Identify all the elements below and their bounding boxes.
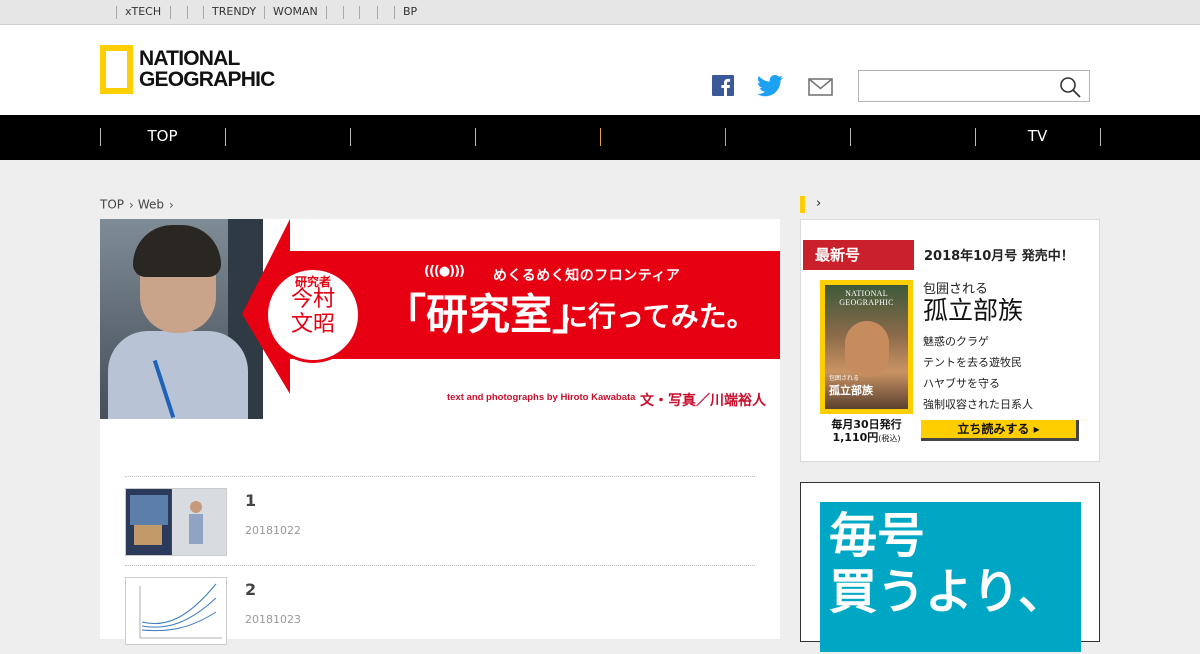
nav-item-tv[interactable]: TV (975, 115, 1100, 160)
breadcrumb: TOP › Web › (100, 197, 178, 212)
magazine-price: 毎月30日発行 1,110円(税込) (831, 418, 902, 444)
article-number[interactable]: 1 (245, 491, 256, 510)
utility-link-xtech[interactable]: xTECH (125, 5, 161, 19)
breadcrumb-web[interactable]: Web (138, 198, 164, 212)
utility-link-trendy[interactable]: TRENDY (212, 5, 256, 19)
mail-icon[interactable] (808, 78, 833, 96)
researcher-photo (100, 219, 263, 419)
chevron-right-icon: › (169, 197, 174, 212)
main-nav: TOP TV (0, 115, 1200, 160)
latest-issue-label: 最新号 (803, 240, 914, 270)
article-number[interactable]: 2 (245, 580, 256, 599)
utility-separator (170, 6, 171, 19)
utility-link-woman[interactable]: WOMAN (273, 5, 318, 19)
cover-masthead: NATIONAL GEOGRAPHIC (839, 289, 894, 307)
subscription-promo: 毎号 買うより、 (800, 482, 1100, 652)
main-content: 研究者 今村 文昭 (((●))) めくるめく知のフロンティア 「研究室」 に行… (100, 219, 780, 645)
nav-item-6[interactable] (725, 115, 850, 160)
utility-separator (187, 6, 188, 19)
credit-japanese: 文・写真／川端裕人 (640, 393, 766, 409)
utility-link-bp[interactable]: BP (403, 5, 417, 19)
sidebar-heading: › (800, 196, 1100, 214)
feature-topic: 強制収容された日系人 (923, 398, 1033, 411)
article-date: 20181023 (245, 613, 301, 626)
article-thumbnail[interactable] (125, 577, 227, 645)
feature-headline: 孤立部族 (923, 296, 1024, 325)
search-box (858, 70, 1090, 102)
series-kicker: めくるめく知のフロンティア (493, 268, 681, 284)
search-input[interactable] (863, 75, 1053, 97)
search-icon[interactable] (1059, 76, 1081, 98)
utility-separator (359, 6, 360, 19)
feature-topic: テントを去る遊牧民 (923, 356, 1022, 369)
article-list: 1 20181022 2 20181023 (125, 476, 755, 654)
article-date: 20181022 (245, 524, 301, 537)
utility-separator (264, 6, 265, 19)
banner-graphic: 研究者 今村 文昭 (((●))) めくるめく知のフロンティア 「研究室」 に行… (242, 219, 780, 419)
article-thumbnail[interactable] (125, 488, 227, 556)
nav-item-top[interactable]: TOP (100, 115, 225, 160)
utility-separator (116, 6, 117, 19)
site-header: NATIONAL GEOGRAPHIC (0, 25, 1200, 115)
logo-yellow-frame (100, 45, 133, 94)
breadcrumb-top[interactable]: TOP (100, 198, 124, 212)
cover-kicker: 包囲される (829, 375, 860, 382)
promo-text: 毎号 買うより、 (829, 508, 1067, 620)
nav-item-5[interactable] (600, 115, 725, 160)
researcher-affiliation: ケンブリッジ大学医学部MRC疫学ユニット 栄養疫学 (310, 365, 709, 384)
series-banner: 研究者 今村 文昭 (((●))) めくるめく知のフロンティア 「研究室」 に行… (100, 219, 780, 419)
facebook-icon[interactable] (712, 75, 735, 97)
nav-item-3[interactable] (350, 115, 475, 160)
utility-separator (343, 6, 344, 19)
cover-story: 孤立部族 (829, 384, 873, 397)
twitter-icon[interactable] (757, 75, 784, 97)
nav-item-7[interactable] (850, 115, 975, 160)
nav-item-2[interactable] (225, 115, 350, 160)
utility-separator (203, 6, 204, 19)
article-photo (126, 489, 226, 555)
chevron-right-icon[interactable]: › (816, 196, 821, 211)
researcher-name: 今村 文昭 (290, 287, 335, 337)
feature-topic: ハヤブサを守る (923, 377, 1000, 390)
chevron-right-icon: › (129, 197, 134, 212)
magazine-cover[interactable]: NATIONAL GEOGRAPHIC 包囲される 孤立部族 (820, 280, 913, 414)
preview-button[interactable]: 立ち読みする ▸ (921, 420, 1079, 441)
nav-separator (1100, 128, 1101, 146)
utility-separator (326, 6, 327, 19)
utility-separator (377, 6, 378, 19)
national-geographic-logo[interactable]: NATIONAL GEOGRAPHIC (100, 45, 275, 95)
signal-icon: (((●))) (424, 264, 465, 279)
magazine-card: 最新号 2018年10月号 発売中！ NATIONAL GEOGRAPHIC 包… (800, 219, 1100, 462)
sidebar-heading-accent (800, 196, 805, 213)
utility-bar: xTECH TRENDY WOMAN BP (0, 0, 1200, 25)
list-item: 2 20181023 (125, 565, 755, 654)
series-title-tail: に行ってみた。 (560, 300, 755, 333)
issue-date: 2018年10月号 発売中！ (924, 249, 1074, 264)
credit-english: text and photographs by Hiroto Kawabata (447, 392, 636, 403)
feature-topic: 魅惑のクラゲ (923, 335, 989, 348)
article-graph-image (126, 578, 226, 644)
list-item: 1 20181022 (125, 476, 755, 565)
logo-wordmark: NATIONAL GEOGRAPHIC (139, 47, 275, 91)
utility-separator (394, 6, 395, 19)
nav-item-4[interactable] (475, 115, 600, 160)
